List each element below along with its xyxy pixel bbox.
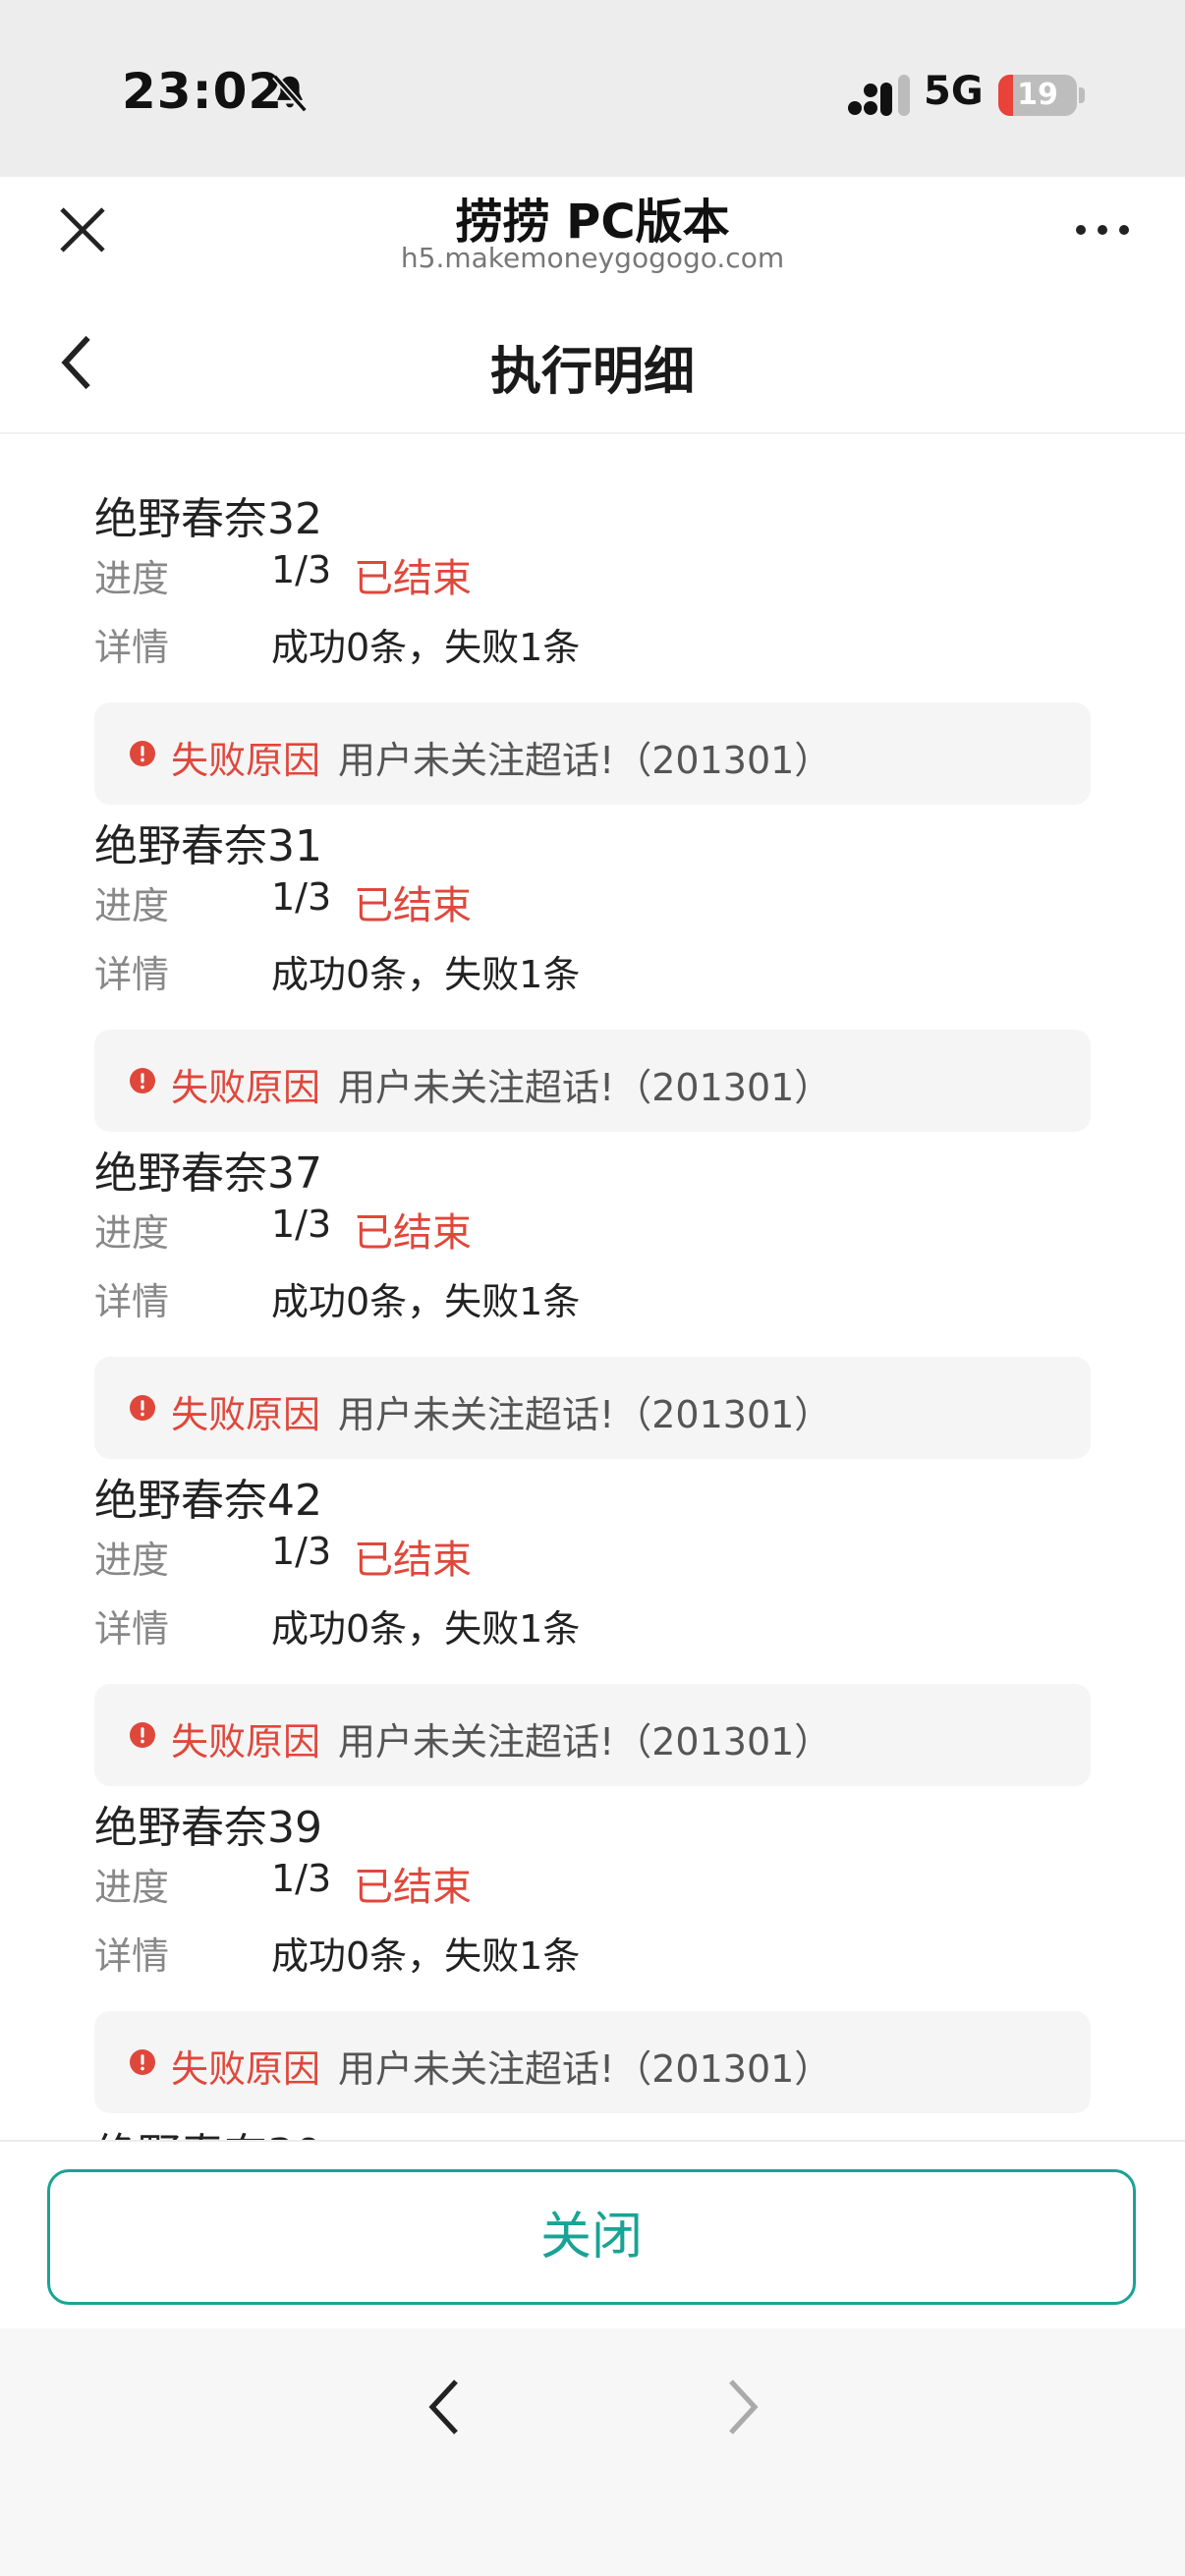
battery-cap [1079, 87, 1085, 103]
progress-value: 1/3 [271, 1203, 332, 1246]
status-badge: 已结束 [354, 1210, 472, 1256]
browser-nav-bar [0, 2328, 1185, 2576]
battery-indicator: 19 [998, 75, 1077, 116]
page-header: 执行明细 [0, 295, 1185, 434]
detail-label: 详情 [94, 1934, 170, 1978]
detail-value: 成功0条，失败1条 [271, 626, 581, 669]
progress-value: 1/3 [271, 875, 332, 919]
progress-label: 进度 [94, 1211, 170, 1255]
detail-label: 详情 [94, 1607, 170, 1651]
bottom-action-bar: 关闭 [0, 2140, 1185, 2330]
status-time: 23:02 [122, 63, 284, 120]
detail-label: 详情 [94, 1280, 170, 1323]
execution-list[interactable]: 绝野春奈32 进度 1/3 已结束 详情 成功0条，失败1条 失败原因 用户未关… [0, 434, 1185, 2140]
chevron-left-icon[interactable] [424, 2378, 464, 2436]
progress-label: 进度 [94, 884, 170, 927]
status-badge: 已结束 [354, 1538, 472, 1583]
progress-value: 1/3 [271, 1530, 332, 1573]
more-dots-icon[interactable] [1073, 220, 1132, 240]
detail-value: 成功0条，失败1条 [271, 1607, 581, 1651]
detail-value: 成功0条，失败1条 [271, 953, 581, 996]
progress-label: 进度 [94, 1539, 170, 1582]
page-title: 执行明细 [489, 343, 695, 402]
progress-value: 1/3 [271, 548, 332, 591]
network-type: 5G [924, 69, 984, 114]
item-name: 绝野春奈37 [94, 1148, 322, 1199]
detail-label: 详情 [94, 626, 170, 669]
status-badge: 已结束 [354, 883, 472, 928]
detail-value: 成功0条，失败1条 [271, 1934, 581, 1978]
chevron-right-icon[interactable] [723, 2378, 762, 2436]
item-name: 绝野春奈31 [94, 821, 322, 871]
status-badge: 已结束 [354, 556, 472, 601]
progress-label: 进度 [94, 1866, 170, 1909]
item-name: 绝野春奈32 [94, 494, 322, 544]
progress-label: 进度 [94, 557, 170, 600]
list-item: 绝野春奈39 进度 1/3 已结束 详情 成功0条，失败1条 失败原因 用户未关… [94, 1743, 1091, 2113]
status-bar: 23:02 5G 19 捞捞 PC版本 h5.makemoneygogogo.c… [0, 0, 1185, 274]
signal-bars-icon [848, 75, 910, 116]
item-name: 绝野春奈30 [94, 2119, 322, 2140]
list-item: 绝野春奈30 [94, 2070, 1091, 2140]
detail-value: 成功0条，失败1条 [271, 1280, 581, 1323]
close-button[interactable]: 关闭 [47, 2169, 1136, 2305]
item-name: 绝野春奈39 [94, 1803, 322, 1853]
battery-level-text: 19 [1017, 78, 1058, 112]
list-item: 绝野春奈37 进度 1/3 已结束 详情 成功0条，失败1条 失败原因 用户未关… [94, 1089, 1091, 1459]
list-item: 绝野春奈31 进度 1/3 已结束 详情 成功0条，失败1条 失败原因 用户未关… [94, 761, 1091, 1132]
bell-slash-icon [272, 74, 308, 113]
detail-label: 详情 [94, 953, 170, 996]
status-badge: 已结束 [354, 1865, 472, 1910]
item-name: 绝野春奈42 [94, 1476, 322, 1526]
list-item: 绝野春奈42 进度 1/3 已结束 详情 成功0条，失败1条 失败原因 用户未关… [94, 1416, 1091, 1786]
list-item: 绝野春奈32 进度 1/3 已结束 详情 成功0条，失败1条 失败原因 用户未关… [94, 434, 1091, 805]
progress-value: 1/3 [271, 1857, 332, 1900]
miniprogram-domain: h5.makemoneygogogo.com [400, 242, 785, 274]
